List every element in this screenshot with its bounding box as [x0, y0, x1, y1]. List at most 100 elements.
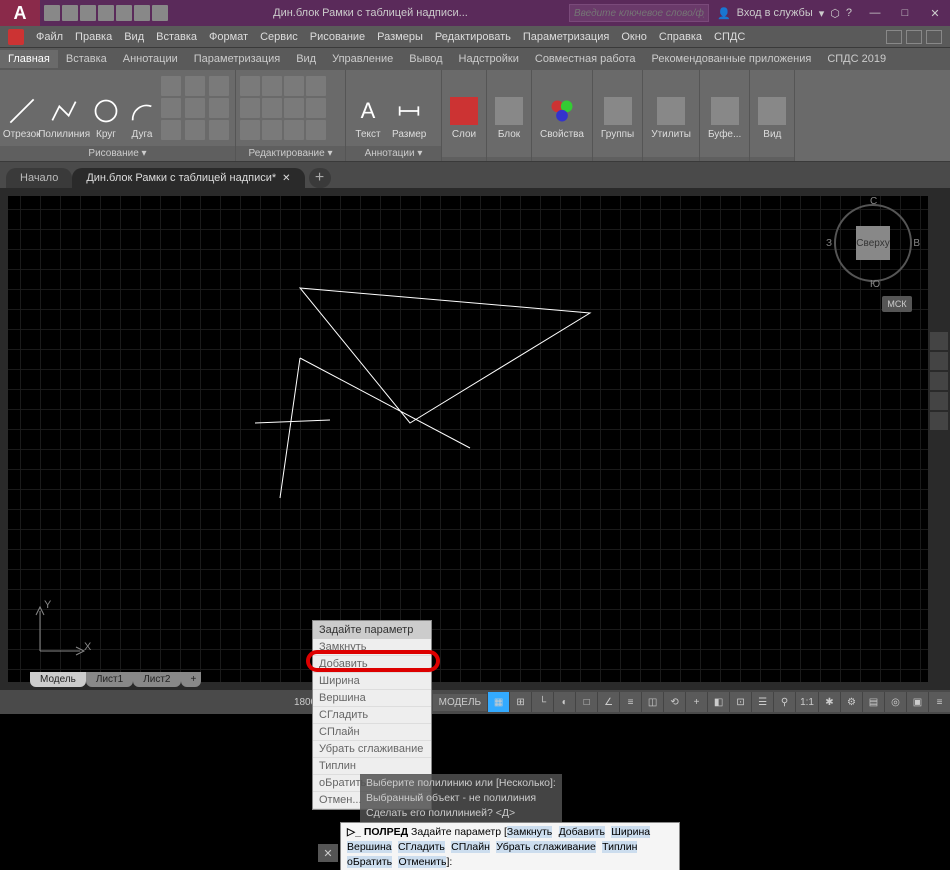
view-cube[interactable]: Сверху С Ю В З — [828, 198, 918, 288]
scale-icon[interactable] — [262, 120, 282, 140]
fillet-icon[interactable] — [284, 98, 304, 118]
copy-icon[interactable] — [240, 98, 260, 118]
showmotion-icon[interactable] — [930, 412, 948, 430]
annoscale-icon[interactable]: ⚲ — [773, 692, 795, 712]
tab-drawing[interactable]: Дин.блок Рамки с таблицей надписи*✕ — [72, 168, 304, 188]
properties-button[interactable]: Свойства — [536, 72, 588, 142]
wcs-label[interactable]: МСК — [882, 296, 912, 312]
layout-sheet1[interactable]: Лист1 — [86, 672, 133, 687]
region-icon[interactable] — [209, 98, 229, 118]
ctx-decurve[interactable]: Убрать сглаживание — [313, 741, 431, 758]
account-icon[interactable]: 👤 — [717, 7, 731, 20]
utilities-button[interactable]: Утилиты — [647, 72, 695, 142]
tab-output[interactable]: Вывод — [401, 50, 450, 68]
clipboard-button[interactable]: Буфе... — [704, 72, 745, 142]
panel-anno-title[interactable]: Аннотации ▾ — [346, 146, 441, 161]
viewcube-w[interactable]: З — [826, 238, 832, 249]
move-icon[interactable] — [240, 76, 260, 96]
ctx-width[interactable]: Ширина — [313, 673, 431, 690]
line-button[interactable]: Отрезок — [4, 72, 39, 142]
cmdline-close-icon[interactable]: ✕ — [318, 844, 338, 862]
polyline-button[interactable]: Полилиния — [41, 72, 87, 142]
customize-status[interactable]: ≡ — [928, 692, 950, 712]
zoom-icon[interactable] — [930, 372, 948, 390]
qat-undo-icon[interactable] — [134, 5, 150, 21]
menu-file[interactable]: Файл — [36, 31, 63, 43]
qat-open-icon[interactable] — [62, 5, 78, 21]
layout-model[interactable]: Модель — [30, 672, 86, 687]
ctx-vertex[interactable]: Вершина — [313, 690, 431, 707]
erase-icon[interactable] — [306, 76, 326, 96]
transparency-toggle[interactable]: ◫ — [641, 692, 663, 712]
app-menu-icon[interactable] — [8, 29, 24, 45]
tab-spds[interactable]: СПДС 2019 — [819, 50, 894, 68]
doc-minimize[interactable] — [886, 30, 902, 44]
menu-view[interactable]: Вид — [124, 31, 144, 43]
pan-icon[interactable] — [930, 352, 948, 370]
menu-format[interactable]: Формат — [209, 31, 248, 43]
menu-window[interactable]: Окно — [621, 31, 647, 43]
tab-manage[interactable]: Управление — [324, 50, 401, 68]
viewcube-n[interactable]: С — [870, 196, 877, 207]
ctx-ltype[interactable]: Типлин — [313, 758, 431, 775]
units-toggle[interactable]: ⊡ — [729, 692, 751, 712]
ctx-spline[interactable]: СПлайн — [313, 724, 431, 741]
tab-collab[interactable]: Совместная работа — [527, 50, 644, 68]
menu-help[interactable]: Справка — [659, 31, 702, 43]
explode-icon[interactable] — [306, 98, 326, 118]
dyn-toggle[interactable]: + — [685, 692, 707, 712]
grid-toggle[interactable]: ▦ — [487, 692, 509, 712]
help-icon[interactable]: ? — [846, 7, 852, 19]
quick-props[interactable]: ☰ — [751, 692, 773, 712]
tab-home[interactable]: Главная — [0, 50, 58, 68]
ctx-fit[interactable]: СГладить — [313, 707, 431, 724]
tab-start[interactable]: Начало — [6, 168, 72, 188]
isolate-toggle[interactable]: ◎ — [884, 692, 906, 712]
donut-icon[interactable] — [209, 120, 229, 140]
panel-modify-title[interactable]: Редактирование ▾ — [236, 146, 345, 161]
doc-close[interactable] — [926, 30, 942, 44]
qat-redo-icon[interactable] — [152, 5, 168, 21]
cycling-toggle[interactable]: ⟲ — [663, 692, 685, 712]
view-button[interactable]: Вид — [754, 72, 790, 142]
new-tab-button[interactable]: + — [309, 168, 331, 188]
array-icon[interactable] — [284, 120, 304, 140]
menu-modify[interactable]: Редактировать — [435, 31, 511, 43]
spline-icon[interactable] — [161, 98, 181, 118]
doc-restore[interactable] — [906, 30, 922, 44]
close-tab-icon[interactable]: ✕ — [282, 173, 290, 184]
otrack-toggle[interactable]: ∠ — [597, 692, 619, 712]
viewcube-s[interactable]: Ю — [870, 279, 880, 290]
drawing-canvas[interactable]: Сверху С Ю В З МСК Задайте параметр Замк… — [0, 188, 950, 690]
app-logo[interactable]: A — [0, 0, 40, 26]
space-toggle[interactable]: МОДЕЛЬ — [433, 694, 487, 711]
hardware-accel[interactable]: ▤ — [862, 692, 884, 712]
menu-edit[interactable]: Правка — [75, 31, 112, 43]
arc-button[interactable]: Дуга — [125, 72, 159, 142]
navwheel-icon[interactable] — [930, 332, 948, 350]
a360-icon[interactable]: ⬡ — [830, 7, 840, 20]
command-line[interactable]: ▷_ ПОЛРЕД Задайте параметр [Замкнуть Доб… — [340, 822, 680, 870]
tab-addins[interactable]: Надстройки — [451, 50, 527, 68]
panel-draw-title[interactable]: Рисование ▾ — [0, 146, 235, 161]
ctx-add[interactable]: Добавить — [313, 656, 431, 673]
snap-toggle[interactable]: ⊞ — [509, 692, 531, 712]
viewcube-top[interactable]: Сверху — [856, 226, 890, 260]
maximize-button[interactable]: □ — [890, 0, 920, 26]
qat-saveas-icon[interactable] — [98, 5, 114, 21]
clean-screen[interactable]: ▣ — [906, 692, 928, 712]
minimize-button[interactable]: — — [860, 0, 890, 26]
menu-parametric[interactable]: Параметризация — [523, 31, 609, 43]
offset-icon[interactable] — [306, 120, 326, 140]
tab-view[interactable]: Вид — [288, 50, 324, 68]
hatch-icon[interactable] — [209, 76, 229, 96]
rect-icon[interactable] — [161, 76, 181, 96]
ctx-close[interactable]: Замкнуть — [313, 639, 431, 656]
point-icon[interactable] — [185, 98, 205, 118]
qat-new-icon[interactable] — [44, 5, 60, 21]
cart-icon[interactable]: ▾ — [819, 7, 825, 20]
block-button[interactable]: Блок — [491, 72, 527, 142]
trim-icon[interactable] — [284, 76, 304, 96]
tab-insert[interactable]: Вставка — [58, 50, 115, 68]
orbit-icon[interactable] — [930, 392, 948, 410]
